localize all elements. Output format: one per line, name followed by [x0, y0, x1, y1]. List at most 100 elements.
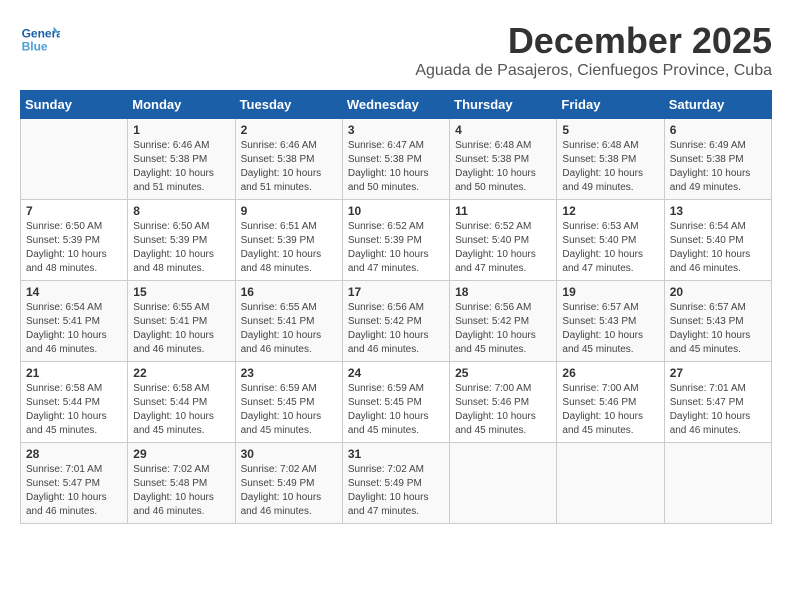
calendar-cell: 27 Sunrise: 7:01 AMSunset: 5:47 PMDayligh…: [664, 362, 771, 443]
calendar-cell: 11Sunrise: 6:52 AMSunset: 5:40 PMDayligh…: [450, 200, 557, 281]
calendar-week-2: 7 Sunrise: 6:50 AMSunset: 5:39 PMDaylight…: [21, 200, 772, 281]
day-info: Sunrise: 7:00 AMSunset: 5:46 PMDaylight:…: [562, 382, 658, 438]
calendar-cell: 23 Sunrise: 6:59 AMSunset: 5:45 PMDayligh…: [235, 362, 342, 443]
day-number: 24: [348, 366, 444, 380]
day-info: Sunrise: 6:47 AMSunset: 5:38 PMDaylight:…: [348, 139, 444, 195]
day-number: 17: [348, 285, 444, 299]
calendar-header-row: SundayMondayTuesdayWednesdayThursdayFrid…: [21, 91, 772, 119]
day-info: Sunrise: 6:48 AMSunset: 5:38 PMDaylight:…: [562, 139, 658, 195]
calendar-cell: 9Sunrise: 6:51 AMSunset: 5:39 PMDaylight…: [235, 200, 342, 281]
calendar-cell: 4 Sunrise: 6:48 AMSunset: 5:38 PMDaylight…: [450, 119, 557, 200]
calendar-week-5: 28 Sunrise: 7:01 AMSunset: 5:47 PMDayligh…: [21, 443, 772, 524]
calendar-cell: 22Sunrise: 6:58 AMSunset: 5:44 PMDayligh…: [128, 362, 235, 443]
day-info: Sunrise: 6:54 AMSunset: 5:40 PMDaylight:…: [670, 220, 766, 276]
calendar-cell: 28 Sunrise: 7:01 AMSunset: 5:47 PMDayligh…: [21, 443, 128, 524]
day-number: 14: [26, 285, 122, 299]
day-info: Sunrise: 6:59 AMSunset: 5:45 PMDaylight:…: [348, 382, 444, 438]
day-info: Sunrise: 7:00 AMSunset: 5:46 PMDaylight:…: [455, 382, 551, 438]
calendar-cell: 20Sunrise: 6:57 AMSunset: 5:43 PMDayligh…: [664, 281, 771, 362]
day-number: 28: [26, 447, 122, 461]
day-number: 30: [241, 447, 337, 461]
header-monday: Monday: [128, 91, 235, 119]
day-info: Sunrise: 6:54 AMSunset: 5:41 PMDaylight:…: [26, 301, 122, 357]
calendar-cell: 2 Sunrise: 6:46 AMSunset: 5:38 PMDaylight…: [235, 119, 342, 200]
day-number: 27: [670, 366, 766, 380]
day-number: 22: [133, 366, 229, 380]
calendar-cell: 6Sunrise: 6:49 AMSunset: 5:38 PMDaylight…: [664, 119, 771, 200]
calendar-cell: 24 Sunrise: 6:59 AMSunset: 5:45 PMDayligh…: [342, 362, 449, 443]
calendar-cell: 17 Sunrise: 6:56 AMSunset: 5:42 PMDayligh…: [342, 281, 449, 362]
day-number: 10: [348, 204, 444, 218]
header-friday: Friday: [557, 91, 664, 119]
header-wednesday: Wednesday: [342, 91, 449, 119]
day-info: Sunrise: 6:57 AMSunset: 5:43 PMDaylight:…: [562, 301, 658, 357]
header-saturday: Saturday: [664, 91, 771, 119]
day-info: Sunrise: 7:02 AMSunset: 5:49 PMDaylight:…: [241, 463, 337, 519]
day-info: Sunrise: 6:59 AMSunset: 5:45 PMDaylight:…: [241, 382, 337, 438]
day-number: 15: [133, 285, 229, 299]
calendar-cell: 13 Sunrise: 6:54 AMSunset: 5:40 PMDayligh…: [664, 200, 771, 281]
day-info: Sunrise: 6:56 AMSunset: 5:42 PMDaylight:…: [455, 301, 551, 357]
calendar-cell: 1 Sunrise: 6:46 AMSunset: 5:38 PMDaylight…: [128, 119, 235, 200]
calendar-cell: 12 Sunrise: 6:53 AMSunset: 5:40 PMDayligh…: [557, 200, 664, 281]
day-info: Sunrise: 6:55 AMSunset: 5:41 PMDaylight:…: [133, 301, 229, 357]
location-title: Aguada de Pasajeros, Cienfuegos Province…: [415, 62, 772, 80]
day-info: Sunrise: 6:46 AMSunset: 5:38 PMDaylight:…: [133, 139, 229, 195]
calendar-cell: 8 Sunrise: 6:50 AMSunset: 5:39 PMDaylight…: [128, 200, 235, 281]
page-header: General Blue December 2025 Aguada de Pas…: [20, 20, 772, 80]
day-info: Sunrise: 7:01 AMSunset: 5:47 PMDaylight:…: [670, 382, 766, 438]
day-number: 1: [133, 123, 229, 137]
calendar-cell: 30 Sunrise: 7:02 AMSunset: 5:49 PMDayligh…: [235, 443, 342, 524]
day-number: 12: [562, 204, 658, 218]
day-number: 18: [455, 285, 551, 299]
calendar-cell: 19 Sunrise: 6:57 AMSunset: 5:43 PMDayligh…: [557, 281, 664, 362]
header-sunday: Sunday: [21, 91, 128, 119]
day-number: 16: [241, 285, 337, 299]
header-thursday: Thursday: [450, 91, 557, 119]
day-info: Sunrise: 7:01 AMSunset: 5:47 PMDaylight:…: [26, 463, 122, 519]
day-info: Sunrise: 6:53 AMSunset: 5:40 PMDaylight:…: [562, 220, 658, 276]
day-info: Sunrise: 6:49 AMSunset: 5:38 PMDaylight:…: [670, 139, 766, 195]
day-number: 21: [26, 366, 122, 380]
calendar-cell: 3 Sunrise: 6:47 AMSunset: 5:38 PMDaylight…: [342, 119, 449, 200]
month-title: December 2025: [415, 20, 772, 62]
day-number: 29: [133, 447, 229, 461]
day-info: Sunrise: 7:02 AMSunset: 5:48 PMDaylight:…: [133, 463, 229, 519]
calendar-cell: 7Sunrise: 6:50 AMSunset: 5:39 PMDaylight…: [21, 200, 128, 281]
svg-text:Blue: Blue: [22, 39, 48, 53]
day-number: 31: [348, 447, 444, 461]
day-number: 3: [348, 123, 444, 137]
day-info: Sunrise: 6:46 AMSunset: 5:38 PMDaylight:…: [241, 139, 337, 195]
day-info: Sunrise: 6:52 AMSunset: 5:40 PMDaylight:…: [455, 220, 551, 276]
day-info: Sunrise: 6:58 AMSunset: 5:44 PMDaylight:…: [26, 382, 122, 438]
day-number: 13: [670, 204, 766, 218]
calendar-week-3: 14 Sunrise: 6:54 AMSunset: 5:41 PMDayligh…: [21, 281, 772, 362]
calendar-cell: 31 Sunrise: 7:02 AMSunset: 5:49 PMDayligh…: [342, 443, 449, 524]
calendar-cell: 10 Sunrise: 6:52 AMSunset: 5:39 PMDayligh…: [342, 200, 449, 281]
calendar-week-1: 1 Sunrise: 6:46 AMSunset: 5:38 PMDaylight…: [21, 119, 772, 200]
calendar-cell: 26Sunrise: 7:00 AMSunset: 5:46 PMDayligh…: [557, 362, 664, 443]
day-number: 23: [241, 366, 337, 380]
day-number: 7: [26, 204, 122, 218]
calendar-cell: [664, 443, 771, 524]
day-info: Sunrise: 6:52 AMSunset: 5:39 PMDaylight:…: [348, 220, 444, 276]
day-info: Sunrise: 6:56 AMSunset: 5:42 PMDaylight:…: [348, 301, 444, 357]
day-number: 2: [241, 123, 337, 137]
calendar-cell: 18 Sunrise: 6:56 AMSunset: 5:42 PMDayligh…: [450, 281, 557, 362]
calendar-cell: 14 Sunrise: 6:54 AMSunset: 5:41 PMDayligh…: [21, 281, 128, 362]
calendar-cell: 5 Sunrise: 6:48 AMSunset: 5:38 PMDaylight…: [557, 119, 664, 200]
day-number: 5: [562, 123, 658, 137]
day-info: Sunrise: 7:02 AMSunset: 5:49 PMDaylight:…: [348, 463, 444, 519]
day-number: 19: [562, 285, 658, 299]
day-number: 9: [241, 204, 337, 218]
day-info: Sunrise: 6:48 AMSunset: 5:38 PMDaylight:…: [455, 139, 551, 195]
calendar-cell: 25Sunrise: 7:00 AMSunset: 5:46 PMDayligh…: [450, 362, 557, 443]
calendar-cell: [557, 443, 664, 524]
calendar-table: SundayMondayTuesdayWednesdayThursdayFrid…: [20, 90, 772, 524]
calendar-cell: 21 Sunrise: 6:58 AMSunset: 5:44 PMDayligh…: [21, 362, 128, 443]
day-info: Sunrise: 6:57 AMSunset: 5:43 PMDaylight:…: [670, 301, 766, 357]
day-number: 4: [455, 123, 551, 137]
day-info: Sunrise: 6:55 AMSunset: 5:41 PMDaylight:…: [241, 301, 337, 357]
day-info: Sunrise: 6:50 AMSunset: 5:39 PMDaylight:…: [133, 220, 229, 276]
day-number: 8: [133, 204, 229, 218]
